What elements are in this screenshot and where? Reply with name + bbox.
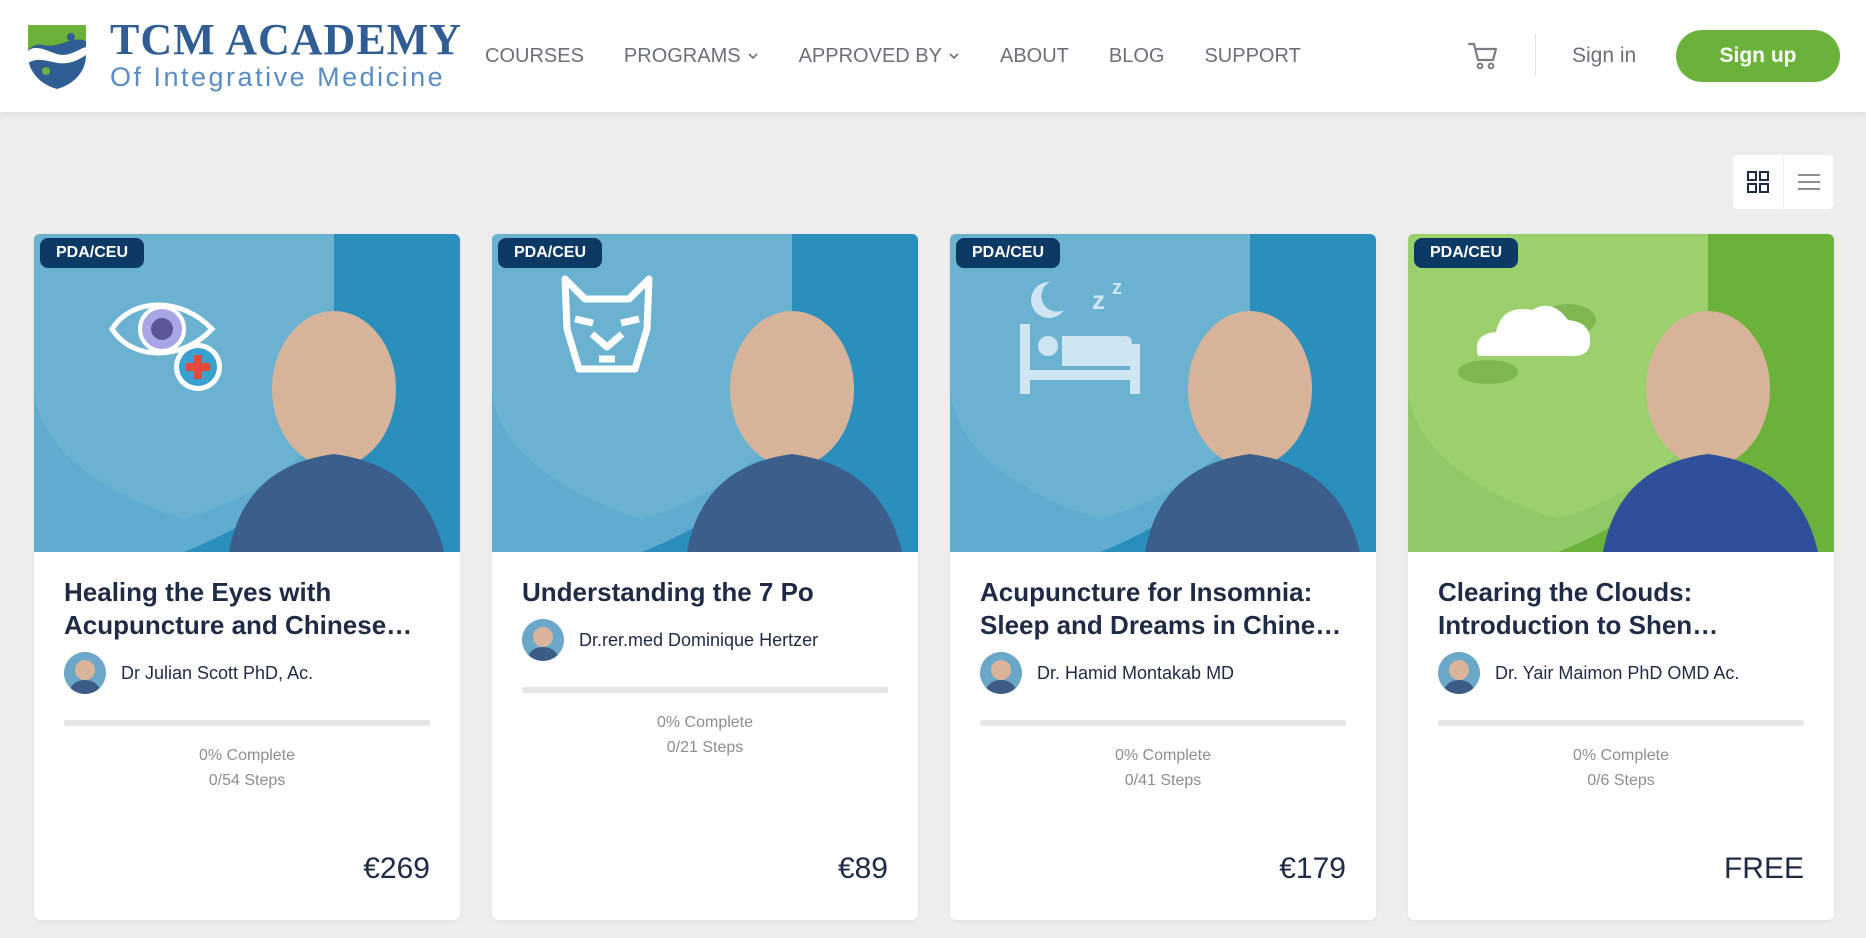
- sign-up-button[interactable]: Sign up: [1676, 30, 1840, 82]
- course-price: FREE: [1723, 852, 1804, 885]
- nav-item-label: COURSES: [485, 44, 584, 67]
- course-price: €269: [363, 852, 430, 885]
- svg-text:z: z: [1092, 285, 1105, 315]
- chevron-down-icon: [748, 53, 758, 60]
- grid-view-button[interactable]: [1733, 155, 1783, 209]
- course-price: €179: [1279, 852, 1346, 885]
- course-thumbnail[interactable]: z z PDA/CEU: [950, 234, 1376, 552]
- nav-item-label: BLOG: [1108, 44, 1165, 67]
- progress-complete-text: 0% Complete: [656, 714, 754, 731]
- pda-ceu-badge: PDA/CEU: [40, 238, 145, 268]
- pda-ceu-badge: PDA/CEU: [498, 238, 603, 268]
- avatar: [980, 652, 1022, 694]
- progress-bar: [522, 687, 888, 693]
- progress-bar: [980, 720, 1346, 726]
- author-name: Dr. Hamid Montakab MD: [1037, 662, 1235, 683]
- progress-complete-text: 0% Complete: [1572, 747, 1670, 764]
- nav-item-label: PROGRAMS: [623, 44, 741, 67]
- course-author: Dr.rer.med Dominique Hertzer: [522, 619, 888, 661]
- course-card[interactable]: PDA/CEU Understanding the 7 Po Dr.rer.me…: [492, 234, 918, 920]
- header-divider: [1535, 34, 1536, 76]
- course-author: Dr. Yair Maimon PhD OMD Ac.: [1438, 652, 1804, 694]
- site-header: TCM ACADEMY Of Integrative Medicine COUR…: [0, 0, 1866, 112]
- list-icon: [1797, 174, 1820, 190]
- sign-in-link[interactable]: Sign in: [1572, 44, 1636, 68]
- main-nav: COURSES PROGRAMS APPROVED BY ABOUT BLOG SUPPO…: [485, 0, 1341, 112]
- avatar: [522, 619, 564, 661]
- course-thumbnail[interactable]: PDA/CEU: [492, 234, 918, 552]
- progress-bar: [1438, 720, 1804, 726]
- nav-item-programs[interactable]: PROGRAMS: [624, 45, 759, 68]
- course-title[interactable]: Understanding the 7 Po: [522, 576, 888, 609]
- course-title[interactable]: Clearing the Clouds: Introduction to She…: [1438, 576, 1804, 642]
- site-logo[interactable]: TCM ACADEMY Of Integrative Medicine: [24, 18, 462, 91]
- progress-steps-text: 0/54 Steps: [208, 772, 286, 789]
- nav-item-label: ABOUT: [999, 44, 1069, 67]
- avatar-image: [1438, 652, 1480, 694]
- progress-complete-text: 0% Complete: [1114, 747, 1212, 764]
- course-price: €89: [837, 852, 888, 885]
- progress-status: 0% Complete 0/6 Steps: [1438, 743, 1804, 793]
- progress-bar: [64, 720, 430, 726]
- pda-ceu-badge: PDA/CEU: [956, 238, 1061, 268]
- avatar: [1438, 652, 1480, 694]
- nav-item-blog[interactable]: BLOG: [1109, 45, 1165, 68]
- progress-status: 0% Complete 0/54 Steps: [64, 743, 430, 793]
- brand-title: TCM ACADEMY: [110, 15, 462, 64]
- course-title[interactable]: Acupuncture for Insomnia: Sleep and Drea…: [980, 576, 1346, 642]
- course-thumbnail[interactable]: PDA/CEU: [1408, 234, 1834, 552]
- author-name: Dr. Yair Maimon PhD OMD Ac.: [1495, 662, 1740, 683]
- course-card[interactable]: PDA/CEU Healing the Eyes with Acupunctur…: [34, 234, 460, 920]
- course-author: Dr. Hamid Montakab MD: [980, 652, 1346, 694]
- progress-complete-text: 0% Complete: [198, 747, 296, 764]
- svg-text:z: z: [1112, 277, 1122, 299]
- course-title[interactable]: Healing the Eyes with Acupuncture and Ch…: [64, 576, 430, 642]
- progress-steps-text: 0/41 Steps: [1124, 772, 1202, 789]
- chevron-down-icon: [949, 53, 959, 60]
- view-toggle: [1733, 155, 1833, 209]
- nav-item-label: SUPPORT: [1204, 44, 1301, 67]
- nav-item-support[interactable]: SUPPORT: [1204, 45, 1300, 68]
- pda-ceu-badge: PDA/CEU: [1414, 238, 1519, 268]
- nav-item-courses[interactable]: COURSES: [485, 45, 584, 68]
- list-view-button[interactable]: [1783, 155, 1833, 209]
- course-thumbnail[interactable]: PDA/CEU: [34, 234, 460, 552]
- avatar-image: [64, 652, 106, 694]
- brand-subtitle: Of Integrative Medicine: [110, 62, 446, 92]
- avatar-image: [522, 619, 564, 661]
- course-card[interactable]: z z PDA/CEU Acupuncture for Insomnia: Sl…: [950, 234, 1376, 920]
- cart-icon[interactable]: [1466, 38, 1500, 72]
- progress-steps-text: 0/21 Steps: [666, 739, 744, 756]
- course-banner: z z: [950, 234, 1376, 552]
- course-banner: [492, 234, 918, 552]
- nav-item-label: APPROVED BY: [798, 44, 942, 67]
- progress-status: 0% Complete 0/41 Steps: [980, 743, 1346, 793]
- avatar: [64, 652, 106, 694]
- nav-item-approved-by[interactable]: APPROVED BY: [799, 45, 960, 68]
- author-name: Dr.rer.med Dominique Hertzer: [579, 629, 819, 650]
- course-banner: [1408, 234, 1834, 552]
- yin-yang-shield-icon: [28, 24, 86, 89]
- nav-item-about[interactable]: ABOUT: [1000, 45, 1069, 68]
- author-name: Dr Julian Scott PhD, Ac.: [121, 662, 314, 683]
- course-author: Dr Julian Scott PhD, Ac.: [64, 652, 430, 694]
- progress-steps-text: 0/6 Steps: [1587, 772, 1655, 789]
- progress-status: 0% Complete 0/21 Steps: [522, 710, 888, 760]
- avatar-image: [980, 652, 1022, 694]
- grid-icon: [1747, 171, 1769, 193]
- course-card[interactable]: PDA/CEU Clearing the Clouds: Introductio…: [1408, 234, 1834, 920]
- course-banner: [34, 234, 460, 552]
